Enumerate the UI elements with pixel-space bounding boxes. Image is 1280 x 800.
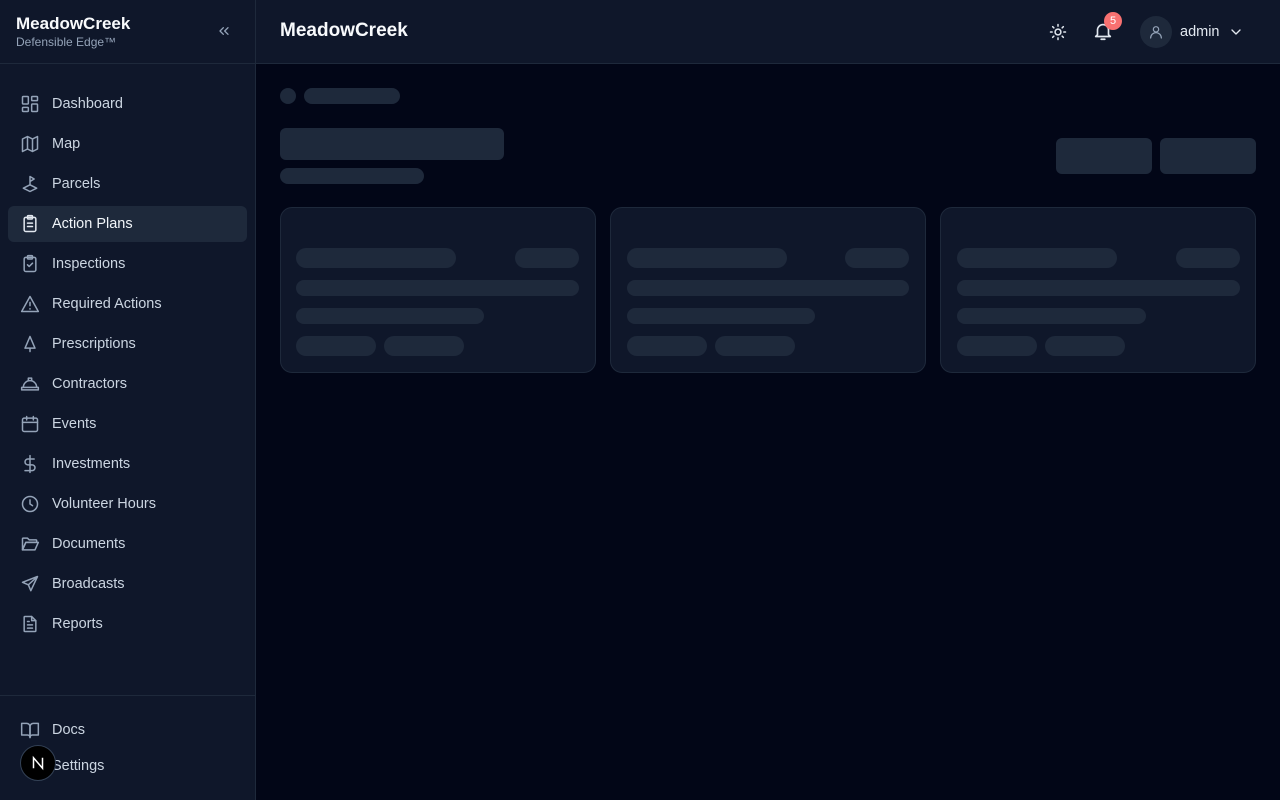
calendar-icon [20, 414, 40, 434]
theme-toggle-button[interactable] [1048, 22, 1068, 42]
card-tag-skeleton [1045, 336, 1125, 356]
main-content-skeleton [256, 64, 1280, 800]
sidebar-item-investments[interactable]: Investments [8, 446, 247, 482]
sidebar-item-label: Docs [52, 722, 86, 738]
dev-tools-badge[interactable] [20, 745, 56, 781]
sidebar-item-label: Events [52, 416, 97, 432]
card-title-skeleton [296, 248, 456, 268]
sidebar-item-label: Documents [52, 536, 126, 552]
page-subtitle-skeleton [280, 168, 424, 184]
sidebar-item-documents[interactable]: Documents [8, 526, 247, 562]
card-badge-skeleton [515, 248, 579, 268]
card-line-skeleton [627, 308, 815, 324]
sidebar-item-action-plans[interactable]: Action Plans [8, 206, 247, 242]
card-line-skeleton [957, 308, 1146, 324]
sidebar-item-events[interactable]: Events [8, 406, 247, 442]
card-skeleton [940, 207, 1256, 373]
action-button-skeleton [1160, 138, 1256, 174]
sidebar-item-label: Map [52, 136, 81, 152]
user-icon [1150, 26, 1162, 39]
card-badge-skeleton [1176, 248, 1240, 268]
chevron-down-icon [1230, 29, 1241, 35]
brand-tagline: Defensible Edge™ [16, 35, 117, 49]
sidebar-item-label: Parcels [52, 176, 101, 192]
brand-name: MeadowCreek [16, 14, 131, 33]
map-icon [20, 134, 40, 154]
page-title: MeadowCreek [280, 20, 408, 41]
sidebar-item-label: Dashboard [52, 96, 123, 112]
collapse-sidebar-button[interactable] [213, 20, 235, 42]
user-name: admin [1180, 24, 1220, 40]
sidebar-item-parcels[interactable]: Parcels [8, 166, 247, 202]
sidebar-item-inspections[interactable]: Inspections [8, 246, 247, 282]
clock-icon [20, 494, 40, 514]
sidebar-item-label: Reports [52, 616, 103, 632]
card-skeleton [610, 207, 926, 373]
sidebar-item-map[interactable]: Map [8, 126, 247, 162]
hard-hat-icon [20, 374, 40, 394]
card-line-skeleton [296, 280, 579, 296]
card-title-skeleton [627, 248, 787, 268]
warning-icon [20, 294, 40, 314]
sidebar-item-docs[interactable]: Docs [8, 712, 247, 748]
brand: MeadowCreek Defensible Edge™ [0, 0, 255, 64]
sidebar-item-label: Volunteer Hours [52, 496, 156, 512]
chevrons-left-icon [219, 26, 229, 35]
card-tag-skeleton [715, 336, 795, 356]
sidebar-item-dashboard[interactable]: Dashboard [8, 86, 247, 122]
user-menu[interactable]: admin [1140, 16, 1244, 48]
card-line-skeleton [627, 280, 909, 296]
clipboard-check-icon [20, 254, 40, 274]
card-tag-skeleton [384, 336, 464, 356]
card-line-skeleton [957, 280, 1240, 296]
card-tag-skeleton [957, 336, 1037, 356]
parcel-icon [20, 174, 40, 194]
dashboard-icon [20, 94, 40, 114]
sidebar-nav: Dashboard Map Parcels Action Plans Inspe… [8, 86, 247, 646]
clipboard-list-icon [20, 214, 40, 234]
card-line-skeleton [296, 308, 484, 324]
book-icon [20, 720, 40, 740]
sidebar-item-contractors[interactable]: Contractors [8, 366, 247, 402]
sidebar-item-label: Required Actions [52, 296, 162, 312]
sidebar-item-broadcasts[interactable]: Broadcasts [8, 566, 247, 602]
card-title-skeleton [957, 248, 1117, 268]
sidebar-item-label: Settings [52, 758, 105, 774]
page-title-skeleton [280, 128, 504, 160]
sidebar-item-label: Contractors [52, 376, 127, 392]
card-skeleton [280, 207, 596, 373]
n-logo-icon [32, 755, 44, 771]
avatar [1140, 16, 1172, 48]
sidebar-item-label: Broadcasts [52, 576, 125, 592]
sidebar-item-label: Action Plans [52, 216, 133, 232]
tree-icon [20, 334, 40, 354]
notification-count-badge: 5 [1104, 12, 1122, 30]
dollar-icon [20, 454, 40, 474]
file-text-icon [20, 614, 40, 634]
sidebar-item-volunteer-hours[interactable]: Volunteer Hours [8, 486, 247, 522]
card-tag-skeleton [627, 336, 707, 356]
card-tag-skeleton [296, 336, 376, 356]
breadcrumb-icon-skeleton [280, 88, 296, 104]
sidebar: MeadowCreek Defensible Edge™ Dashboard M… [0, 0, 256, 800]
folder-icon [20, 534, 40, 554]
sidebar-item-label: Inspections [52, 256, 126, 272]
top-header: MeadowCreek 5 admin [256, 0, 1280, 64]
sidebar-item-required-actions[interactable]: Required Actions [8, 286, 247, 322]
action-button-skeleton [1056, 138, 1152, 174]
sidebar-item-prescriptions[interactable]: Prescriptions [8, 326, 247, 362]
sidebar-item-label: Prescriptions [52, 336, 136, 352]
sun-icon [1049, 23, 1067, 41]
breadcrumb-skeleton [304, 88, 400, 104]
sidebar-item-label: Investments [52, 456, 131, 472]
card-badge-skeleton [845, 248, 909, 268]
sidebar-item-reports[interactable]: Reports [8, 606, 247, 642]
send-icon [20, 574, 40, 594]
